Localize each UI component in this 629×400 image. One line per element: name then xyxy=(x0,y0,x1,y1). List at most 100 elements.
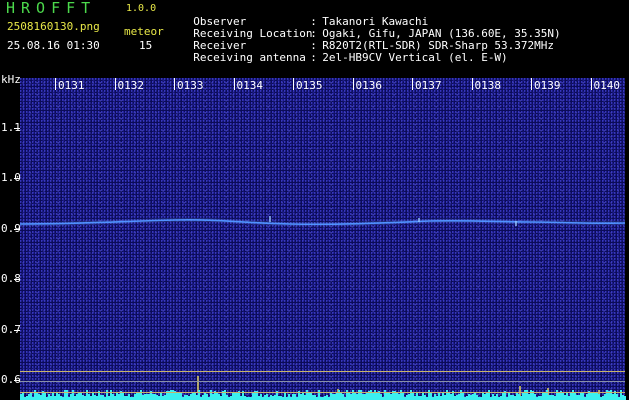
level-bar xyxy=(124,396,126,400)
time-tick-mark xyxy=(590,78,592,90)
level-bar xyxy=(402,392,404,400)
level-bar xyxy=(544,393,546,400)
level-bar xyxy=(466,396,468,400)
level-bar xyxy=(326,395,328,400)
level-bar xyxy=(576,395,578,400)
level-bar xyxy=(406,395,408,400)
level-bar xyxy=(234,392,236,400)
level-bar xyxy=(554,396,556,400)
level-bar xyxy=(434,394,436,400)
level-bar xyxy=(414,396,416,400)
time-tick-mark xyxy=(293,78,294,90)
level-bar xyxy=(362,394,364,400)
level-bar xyxy=(88,394,90,400)
level-bar xyxy=(116,393,118,400)
level-bar xyxy=(36,393,38,400)
level-bar xyxy=(470,395,472,400)
level-bar xyxy=(232,392,234,400)
level-bar xyxy=(616,394,618,400)
level-bar xyxy=(354,392,356,400)
time-tick-mark xyxy=(174,78,175,90)
level-bar xyxy=(484,394,486,400)
level-bar xyxy=(596,393,598,400)
freq-tick-mark xyxy=(14,380,20,381)
level-bar xyxy=(138,392,140,400)
freq-tick-mark xyxy=(14,279,20,281)
level-bar xyxy=(184,395,186,400)
level-bar xyxy=(540,396,542,400)
level-bar xyxy=(180,393,182,400)
level-bar xyxy=(44,392,46,400)
time-tick-label: 0138 xyxy=(474,79,502,92)
level-bar xyxy=(602,396,604,400)
level-bar xyxy=(216,393,218,400)
level-bar xyxy=(444,395,446,400)
level-bar xyxy=(96,396,98,400)
level-bar xyxy=(50,396,52,400)
reference-line xyxy=(20,392,625,393)
level-bar xyxy=(292,394,294,400)
level-bar xyxy=(598,394,600,400)
level-bar xyxy=(76,394,78,400)
level-bar xyxy=(164,395,166,400)
level-bar xyxy=(146,394,148,400)
level-bar xyxy=(538,396,540,400)
time-tick-mark xyxy=(55,78,56,90)
level-bar xyxy=(22,393,24,400)
time-tick-label: 0134 xyxy=(236,79,264,92)
level-bar xyxy=(570,392,572,400)
level-bar xyxy=(486,393,488,400)
level-bar xyxy=(122,392,124,400)
level-bar xyxy=(304,395,306,400)
level-bar xyxy=(624,396,626,400)
level-bar xyxy=(202,395,204,400)
level-bar xyxy=(330,393,332,400)
level-bar xyxy=(154,394,156,400)
level-bar xyxy=(118,394,120,400)
level-bar xyxy=(260,394,262,400)
time-tick-mark xyxy=(233,78,235,90)
level-bar xyxy=(114,396,116,400)
level-bar xyxy=(288,394,290,400)
level-bar xyxy=(28,394,30,400)
level-bar xyxy=(356,394,358,400)
reference-line xyxy=(20,381,625,382)
level-bar xyxy=(266,394,268,400)
level-bar xyxy=(218,394,220,400)
time-tick-mark xyxy=(531,78,532,90)
spectrogram-overlay xyxy=(19,216,626,400)
freq-tick-mark xyxy=(14,228,20,230)
time-tick-label: 0136 xyxy=(355,79,383,92)
level-bar xyxy=(528,394,530,400)
level-bar xyxy=(568,396,570,400)
level-bar xyxy=(398,394,400,400)
time-tick-label: 0133 xyxy=(177,79,204,92)
level-bar xyxy=(514,396,516,400)
level-bar xyxy=(332,394,334,400)
level-bar xyxy=(492,394,494,400)
level-bar xyxy=(186,395,188,400)
level-bar xyxy=(230,396,232,400)
level-bar xyxy=(334,394,336,400)
level-bar xyxy=(160,392,162,400)
time-tick-mark xyxy=(412,78,413,90)
time-tick-label: 0137 xyxy=(415,79,442,92)
level-bar xyxy=(324,396,326,400)
level-bar xyxy=(236,392,238,400)
level-bar xyxy=(274,395,276,400)
level-bar xyxy=(152,394,154,400)
freq-tick-mark xyxy=(14,178,20,180)
level-bar xyxy=(502,392,504,400)
level-bar xyxy=(518,394,520,400)
level-bar xyxy=(494,396,496,400)
level-bar xyxy=(458,394,460,400)
level-bar xyxy=(522,392,524,400)
level-bar xyxy=(366,392,368,400)
time-tick-label: 0139 xyxy=(534,79,561,92)
level-bar xyxy=(548,395,550,400)
level-bar xyxy=(252,393,254,400)
level-bar xyxy=(416,392,418,400)
level-bar xyxy=(136,392,138,400)
level-bar xyxy=(278,396,280,400)
level-bar xyxy=(558,393,560,400)
